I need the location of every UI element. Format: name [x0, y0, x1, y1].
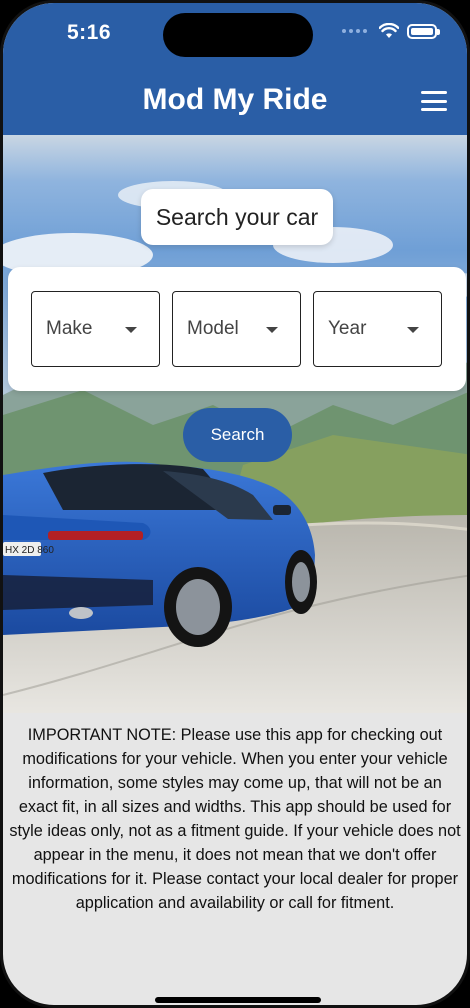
year-label: Year	[328, 318, 367, 339]
phone-screen: 5:16 Mod My Ride HX 2D 860 Search your c…	[0, 0, 470, 1008]
app-bar: 5:16 Mod My Ride	[3, 3, 467, 135]
wifi-icon	[379, 23, 399, 38]
vehicle-selector: Make Model Year	[8, 267, 466, 391]
dynamic-island	[163, 13, 313, 57]
year-dropdown[interactable]: Year	[313, 291, 442, 367]
status-time: 5:16	[67, 21, 112, 44]
search-heading: Search your car	[141, 189, 333, 245]
chevron-down-icon	[266, 327, 278, 333]
signal-icon	[342, 29, 367, 33]
chevron-down-icon	[125, 327, 137, 333]
important-note: IMPORTANT NOTE: Please use this app for …	[9, 726, 461, 912]
chevron-down-icon	[407, 327, 419, 333]
model-dropdown[interactable]: Model	[172, 291, 301, 367]
model-label: Model	[187, 318, 239, 339]
home-indicator[interactable]	[155, 997, 321, 1003]
make-dropdown[interactable]: Make	[31, 291, 160, 367]
status-icons	[342, 23, 440, 39]
make-label: Make	[46, 318, 93, 339]
license-plate: HX 2D 860	[5, 545, 54, 556]
search-button[interactable]: Search	[183, 408, 292, 462]
app-title: Mod My Ride	[142, 83, 328, 116]
menu-icon[interactable]	[421, 91, 447, 111]
battery-icon	[407, 23, 440, 39]
